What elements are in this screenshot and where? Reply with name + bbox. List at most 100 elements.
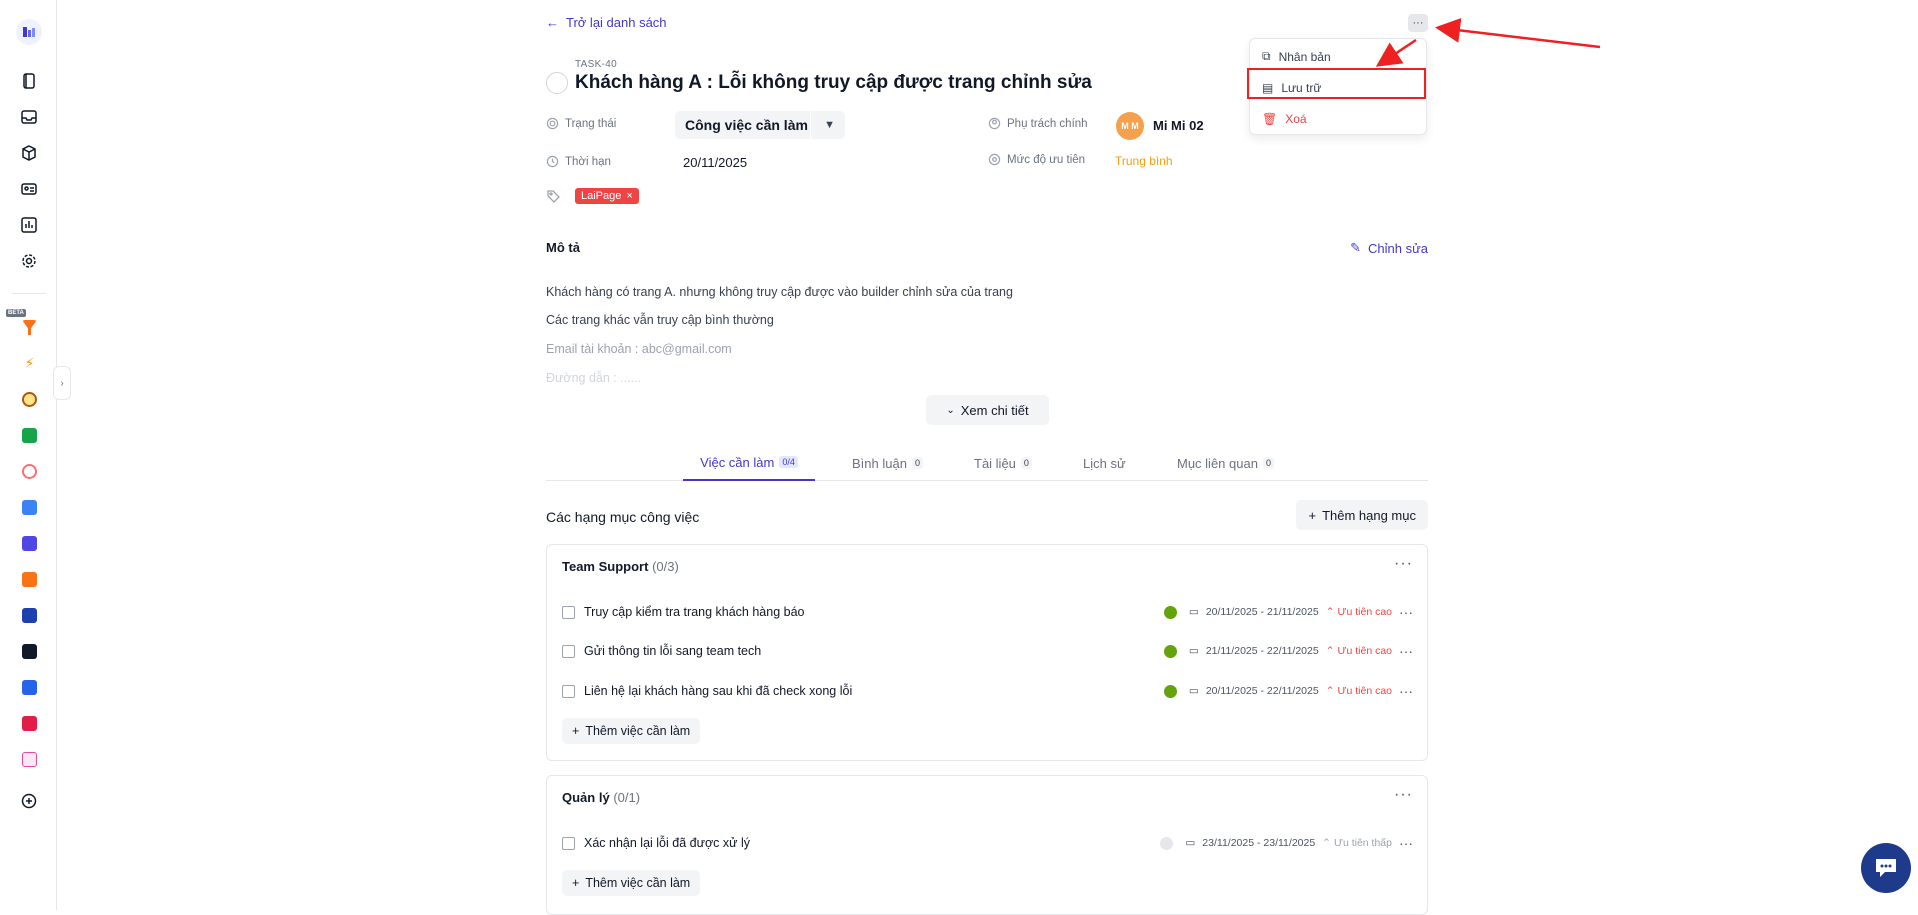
calendar-icon: ▭ <box>1188 685 1199 697</box>
todo-dates[interactable]: 23/11/2025 - 23/11/2025 <box>1202 837 1315 849</box>
item-more-icon[interactable]: ··· <box>1399 683 1413 699</box>
sidebar: BETA ⚡ <box>0 0 57 910</box>
description-line: Khách hàng có trang A. nhưng không truy … <box>546 285 1013 299</box>
item-more-icon[interactable]: ··· <box>1399 643 1413 659</box>
inbox-icon[interactable] <box>18 106 40 128</box>
group-title[interactable]: Team Support (0/3) <box>562 559 679 574</box>
assignee-avatar[interactable] <box>1163 605 1177 619</box>
item-more-icon[interactable]: ··· <box>1399 604 1413 620</box>
chat-support-button[interactable] <box>1861 843 1911 893</box>
tag-chip[interactable]: LaiPage × <box>575 188 639 204</box>
todo-dates[interactable]: 20/11/2025 - 21/11/2025 <box>1206 606 1319 618</box>
chart-icon[interactable] <box>18 214 40 236</box>
deadline-value[interactable]: 20/11/2025 <box>683 155 747 170</box>
tab-history[interactable]: Lịch sử <box>1083 445 1126 481</box>
store-app-icon[interactable] <box>22 428 37 443</box>
team-app-icon[interactable] <box>22 752 37 767</box>
annotation-arrow-more <box>1435 17 1601 49</box>
beta-badge: BETA <box>6 309 26 317</box>
tab-documents[interactable]: Tài liệu 0 <box>974 445 1032 481</box>
plus-icon: + <box>1308 507 1317 523</box>
task-complete-toggle[interactable] <box>546 72 568 94</box>
group-more-icon[interactable]: ··· <box>1394 786 1413 804</box>
group-title[interactable]: Quản lý (0/1) <box>562 790 640 805</box>
sidebar-collapse-toggle[interactable]: › <box>53 366 71 400</box>
add-todo-button[interactable]: + Thêm việc cần làm <box>562 870 701 896</box>
grid-app-icon[interactable] <box>22 644 37 659</box>
todo-checkbox[interactable] <box>562 644 575 658</box>
todo-priority[interactable]: ⌃ Ưu tiên thấp <box>1322 837 1392 849</box>
book-icon[interactable] <box>18 70 40 92</box>
todo-dates[interactable]: 21/11/2025 - 22/11/2025 <box>1206 645 1319 657</box>
tab-count: 0/4 <box>779 456 798 468</box>
tab-bar: Việc cần làm 0/4 Bình luận 0 Tài liệu 0 … <box>546 445 1428 481</box>
copy-icon: ⧉ <box>1262 49 1271 63</box>
todo-priority[interactable]: ⌃ Ưu tiên cao <box>1326 685 1392 697</box>
menu-item-label: Nhân bản <box>1278 49 1331 64</box>
todo-checkbox[interactable] <box>562 836 575 850</box>
tab-label: Tài liệu <box>974 455 1016 471</box>
tab-label: Mục liên quan <box>1177 455 1258 471</box>
priority-value[interactable]: Trung bình <box>1115 154 1173 168</box>
todo-checkbox[interactable] <box>562 684 575 698</box>
add-category-button[interactable]: + Thêm hạng mục <box>1296 500 1428 530</box>
todo-text[interactable]: Xác nhận lại lỗi đã được xử lý <box>584 836 1160 850</box>
plus-icon: + <box>572 724 580 738</box>
add-app-icon[interactable] <box>18 790 40 812</box>
todo-dates[interactable]: 20/11/2025 - 22/11/2025 <box>1206 685 1319 697</box>
menu-item-delete[interactable]: 🗑 Xoá <box>1262 112 1307 126</box>
todo-text[interactable]: Liên hệ lại khách hàng sau khi đã check … <box>584 684 1164 698</box>
calendar-icon: ▭ <box>1188 645 1199 657</box>
shuffle-app-icon[interactable] <box>22 608 37 623</box>
contact-card-icon[interactable] <box>18 178 40 200</box>
deadline-label-text: Thời hạn <box>565 155 611 168</box>
avatar[interactable]: M M <box>1116 112 1144 140</box>
tab-todos[interactable]: Việc cần làm 0/4 <box>683 445 815 481</box>
todo-priority[interactable]: ⌃ Ưu tiên cao <box>1326 606 1392 618</box>
sheet-app-icon[interactable] <box>22 572 37 587</box>
assignee-avatar[interactable] <box>1163 644 1177 658</box>
globe-app-icon[interactable] <box>22 392 37 407</box>
task-title[interactable]: Khách hàng A : Lỗi không truy cập được t… <box>575 72 1092 94</box>
document-app-icon[interactable] <box>22 500 37 515</box>
menu-item-duplicate[interactable]: ⧉ Nhân bản <box>1262 49 1331 64</box>
item-more-icon[interactable]: ··· <box>1399 835 1413 851</box>
tag-remove-icon[interactable]: × <box>626 190 632 202</box>
todo-text[interactable]: Gửi thông tin lỗi sang team tech <box>584 644 1164 658</box>
tab-comments[interactable]: Bình luận 0 <box>852 445 923 481</box>
group-more-icon[interactable]: ··· <box>1394 555 1413 573</box>
edit-description-button[interactable]: ✎ Chỉnh sửa <box>1350 240 1428 256</box>
more-actions-button[interactable]: ··· <box>1408 14 1428 32</box>
clock-icon <box>546 155 559 168</box>
back-link[interactable]: ← Trở lại danh sách <box>546 15 667 30</box>
tag-icon <box>546 189 561 209</box>
add-category-label: Thêm hạng mục <box>1322 507 1416 523</box>
edit-app-icon[interactable] <box>22 680 37 695</box>
annotation-highlight-box <box>1247 68 1426 99</box>
box-icon[interactable] <box>18 142 40 164</box>
assignee-placeholder-icon[interactable] <box>1160 836 1174 850</box>
assignee-name[interactable]: Mi Mi 02 <box>1153 118 1204 133</box>
workspace-logo-icon[interactable] <box>16 19 42 45</box>
link-app-icon[interactable] <box>22 464 37 479</box>
add-todo-button[interactable]: + Thêm việc cần làm <box>562 718 701 744</box>
priority-low-icon: ⌃ <box>1322 837 1331 849</box>
todo-checkbox[interactable] <box>562 605 575 619</box>
priority-high-icon: ⌃ <box>1325 645 1335 657</box>
tab-related[interactable]: Mục liên quan 0 <box>1177 445 1274 481</box>
sidebar-divider <box>12 293 46 294</box>
todo-priority[interactable]: ⌃ Ưu tiên cao <box>1326 645 1392 657</box>
description-title: Mô tả <box>546 240 580 255</box>
status-select[interactable]: Công việc cần làm ▼ <box>675 111 845 139</box>
status-value: Công việc cần làm <box>685 117 808 133</box>
see-more-button[interactable]: ⌄ Xem chi tiết <box>926 395 1049 425</box>
assignee-avatar[interactable] <box>1163 684 1177 698</box>
see-more-label: Xem chi tiết <box>960 402 1029 418</box>
funnel-app-icon[interactable] <box>22 320 37 335</box>
form-app-icon[interactable] <box>22 536 37 551</box>
task-code: TASK-40 <box>575 59 617 70</box>
settings-gear-icon[interactable] <box>18 250 40 272</box>
lightning-app-icon[interactable]: ⚡ <box>22 355 37 371</box>
media-app-icon[interactable] <box>22 716 37 731</box>
todo-text[interactable]: Truy cập kiểm tra trang khách hàng báo <box>584 605 1164 619</box>
